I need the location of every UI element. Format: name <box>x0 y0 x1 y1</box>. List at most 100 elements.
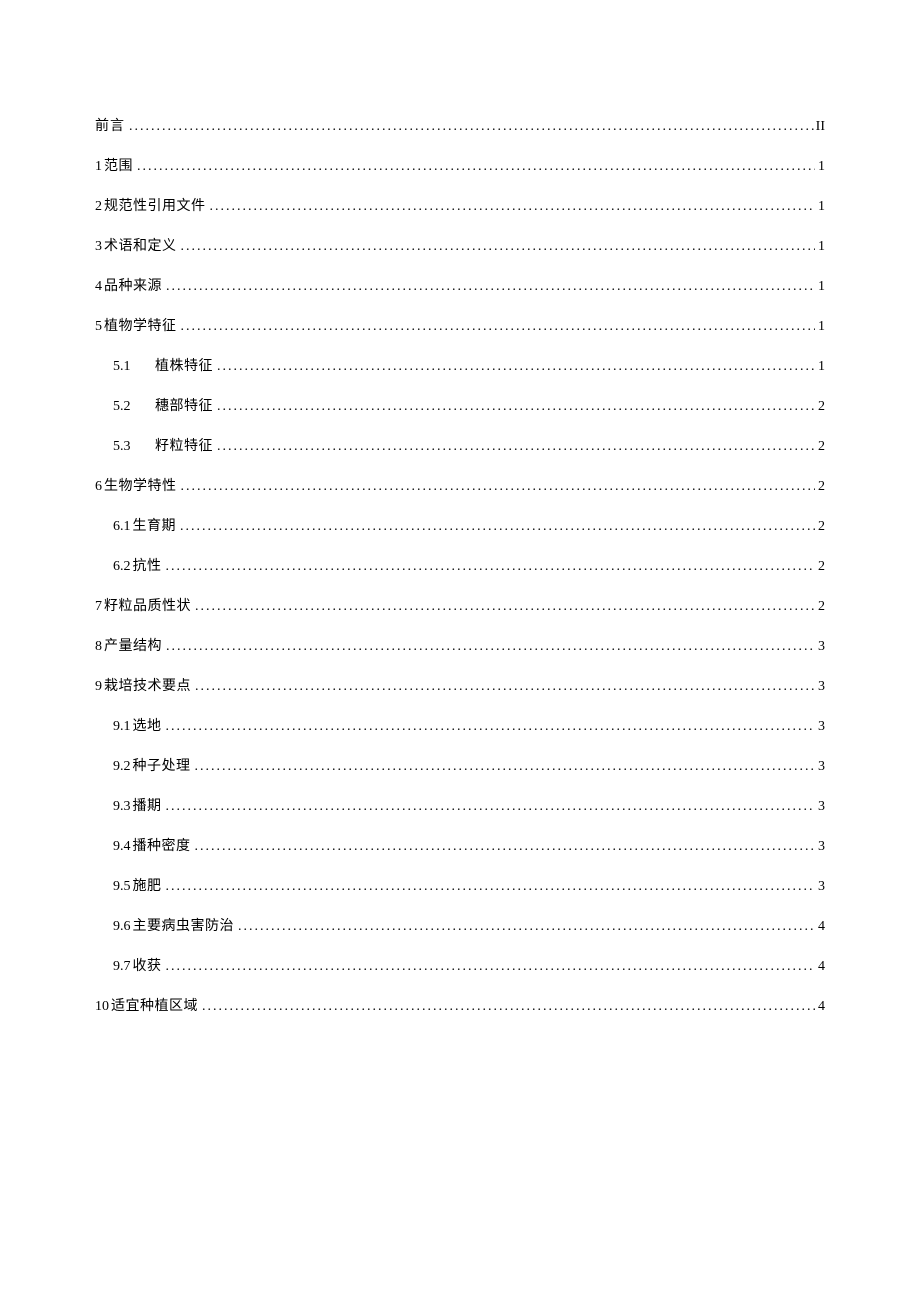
toc-entry-title: 生育期 <box>133 515 177 535</box>
toc-entry-number: 6.2 <box>113 559 131 575</box>
toc-entry-title: 施肥 <box>133 875 162 895</box>
toc-entry-number: 9.6 <box>113 919 131 935</box>
toc-entry-number: 5.1 <box>113 359 155 375</box>
toc-dot-leader <box>162 879 816 895</box>
toc-entry-page: 3 <box>815 679 825 695</box>
toc-dot-leader <box>177 319 816 335</box>
toc-entry-number: 9 <box>95 679 102 695</box>
toc-dot-leader <box>191 599 815 615</box>
toc-dot-leader <box>213 359 815 375</box>
toc-entry: 1范围1 <box>95 155 825 175</box>
toc-entry: 9栽培技术要点3 <box>95 675 825 695</box>
toc-dot-leader <box>234 919 815 935</box>
toc-dot-leader <box>198 999 815 1015</box>
toc-entry-page: 3 <box>815 799 825 815</box>
toc-entry-page: 2 <box>815 599 825 615</box>
toc-entry-number: 8 <box>95 639 102 655</box>
toc-entry-page: II <box>815 119 825 135</box>
toc-entry-number: 9.5 <box>113 879 131 895</box>
toc-dot-leader <box>162 559 816 575</box>
toc-entry-title: 收获 <box>133 955 162 975</box>
toc-dot-leader <box>177 479 816 495</box>
toc-entry: 9.5施肥 3 <box>113 875 825 895</box>
toc-entry-title: 抗性 <box>133 555 162 575</box>
toc-entry-title: 产量结构 <box>104 635 162 655</box>
toc-entry-number: 3 <box>95 239 102 255</box>
toc-entry-title: 籽粒品质性状 <box>104 595 191 615</box>
toc-entry-number: 7 <box>95 599 102 615</box>
toc-entry: 5.2穗部特征2 <box>113 395 825 415</box>
toc-entry-page: 1 <box>815 279 825 295</box>
toc-entry-title: 前言 <box>95 115 125 135</box>
toc-entry-title: 品种来源 <box>104 275 162 295</box>
toc-dot-leader <box>191 839 816 855</box>
toc-dot-leader <box>162 639 815 655</box>
toc-entry-number: 5.3 <box>113 439 155 455</box>
toc-entry: 9.2种子处理 3 <box>113 755 825 775</box>
table-of-contents: 前言II1范围12规范性引用文件13术语和定义14品种来源15植物学特征15.1… <box>95 115 825 1035</box>
toc-entry: 前言 II <box>95 115 825 135</box>
toc-entry-page: 3 <box>815 879 825 895</box>
toc-entry: 9.1选地 3 <box>113 715 825 735</box>
toc-entry: 6.1生育期 2 <box>113 515 825 535</box>
toc-entry-number: 9.7 <box>113 959 131 975</box>
toc-entry-page: 1 <box>815 359 825 375</box>
toc-entry-page: 1 <box>815 199 825 215</box>
toc-dot-leader <box>162 279 815 295</box>
toc-entry: 7籽粒品质性状 2 <box>95 595 825 615</box>
toc-entry-page: 2 <box>815 519 825 535</box>
toc-entry: 4品种来源 1 <box>95 275 825 295</box>
toc-dot-leader <box>177 239 816 255</box>
toc-entry-page: 1 <box>815 319 825 335</box>
toc-entry-page: 4 <box>815 959 825 975</box>
toc-entry-page: 2 <box>815 479 825 495</box>
toc-entry-page: 2 <box>815 559 825 575</box>
toc-dot-leader <box>191 679 815 695</box>
toc-entry-title: 生物学特性 <box>104 475 177 495</box>
toc-dot-leader <box>162 719 816 735</box>
toc-entry-number: 9.1 <box>113 719 131 735</box>
toc-entry-number: 5 <box>95 319 102 335</box>
toc-entry: 10适宜种植区域4 <box>95 995 825 1015</box>
toc-entry: 5植物学特征 1 <box>95 315 825 335</box>
toc-entry-title: 植株特征 <box>155 355 213 375</box>
toc-dot-leader <box>125 119 815 135</box>
toc-entry: 9.6主要病虫害防治 4 <box>113 915 825 935</box>
toc-entry-title: 范围 <box>104 155 133 175</box>
toc-entry-page: 4 <box>815 919 825 935</box>
toc-entry-title: 术语和定义 <box>104 235 177 255</box>
toc-entry-title: 播种密度 <box>133 835 191 855</box>
toc-dot-leader <box>176 519 815 535</box>
toc-dot-leader <box>162 959 816 975</box>
toc-entry-title: 规范性引用文件 <box>104 195 206 215</box>
toc-dot-leader <box>162 799 816 815</box>
toc-entry-number: 2 <box>95 199 102 215</box>
toc-entry-number: 10 <box>95 999 109 1015</box>
toc-entry-page: 1 <box>815 239 825 255</box>
toc-entry-page: 3 <box>815 719 825 735</box>
toc-entry: 3术语和定义 1 <box>95 235 825 255</box>
toc-entry-number: 6 <box>95 479 102 495</box>
toc-entry-title: 播期 <box>133 795 162 815</box>
toc-entry-number: 1 <box>95 159 102 175</box>
toc-entry-title: 主要病虫害防治 <box>133 915 235 935</box>
toc-entry-page: 2 <box>815 399 825 415</box>
toc-entry-number: 6.1 <box>113 519 131 535</box>
toc-entry: 2规范性引用文件 1 <box>95 195 825 215</box>
toc-entry: 8产量结构3 <box>95 635 825 655</box>
toc-entry: 6.2抗性 2 <box>113 555 825 575</box>
toc-entry: 5.1植株特征 1 <box>113 355 825 375</box>
toc-entry-title: 植物学特征 <box>104 315 177 335</box>
toc-entry-number: 4 <box>95 279 102 295</box>
toc-entry-number: 9.2 <box>113 759 131 775</box>
toc-entry-page: 4 <box>815 999 825 1015</box>
toc-entry-page: 3 <box>815 759 825 775</box>
toc-entry-title: 种子处理 <box>133 755 191 775</box>
toc-dot-leader <box>213 439 815 455</box>
toc-entry-title: 选地 <box>133 715 162 735</box>
toc-entry-page: 3 <box>815 839 825 855</box>
toc-dot-leader <box>133 159 815 175</box>
toc-entry-title: 籽粒特征 <box>155 435 213 455</box>
toc-entry: 9.7收获 4 <box>113 955 825 975</box>
toc-entry: 6生物学特性 2 <box>95 475 825 495</box>
